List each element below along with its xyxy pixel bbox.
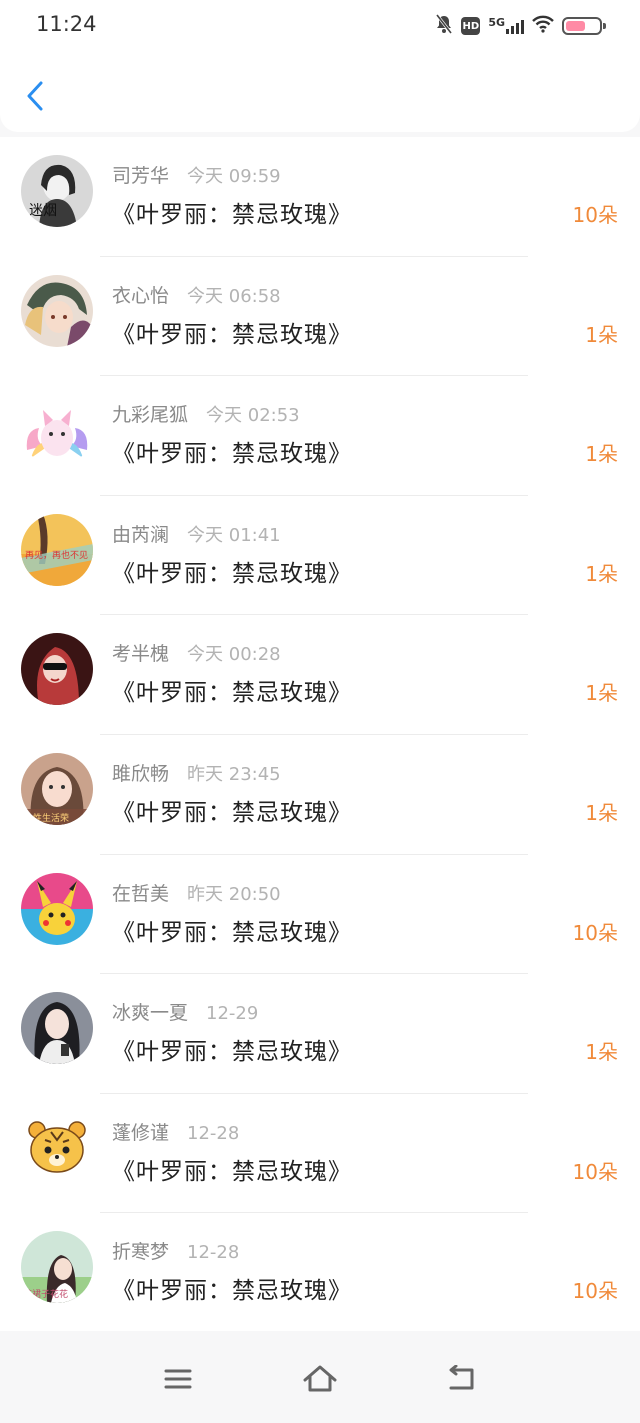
navigation-bar bbox=[0, 1331, 640, 1423]
avatar: 再见，再也不见 bbox=[21, 513, 93, 586]
gift-amount: 10朵 bbox=[572, 1159, 618, 1184]
status-icons: HD 5G bbox=[435, 14, 606, 38]
avatar: 性生活荣 bbox=[21, 752, 93, 825]
list-item[interactable]: 再见，再也不见 由芮澜 今天 01:41 《叶罗丽：禁忌玫瑰》 1朵 bbox=[0, 495, 640, 616]
user-name: 雎欣畅 bbox=[112, 762, 170, 785]
timestamp: 今天 01:41 bbox=[187, 524, 281, 546]
book-title: 《叶罗丽：禁忌玫瑰》 bbox=[112, 919, 352, 946]
book-title: 《叶罗丽：禁忌玫瑰》 bbox=[112, 1039, 352, 1066]
timestamp: 今天 00:28 bbox=[187, 644, 281, 666]
book-title: 《叶罗丽：禁忌玫瑰》 bbox=[112, 441, 352, 468]
timestamp: 今天 06:58 bbox=[187, 285, 281, 307]
timestamp: 今天 09:59 bbox=[187, 166, 281, 187]
system-back-button[interactable] bbox=[440, 1359, 484, 1399]
item-meta: 在哲美 昨天 20:50 bbox=[112, 879, 281, 906]
svg-text:性生活荣: 性生活荣 bbox=[33, 812, 69, 824]
item-meta: 衣心怡 今天 06:58 bbox=[112, 281, 281, 308]
status-bar: 11:24 HD 5G bbox=[0, 0, 640, 50]
user-name: 司芳华 bbox=[112, 165, 170, 187]
battery-tip bbox=[603, 23, 606, 29]
book-title: 《叶罗丽：禁忌玫瑰》 bbox=[112, 680, 352, 707]
chevron-left-icon bbox=[27, 81, 43, 111]
back-button[interactable] bbox=[20, 78, 50, 114]
network-label: 5G bbox=[488, 16, 505, 29]
user-name: 蓬修谨 bbox=[112, 1121, 170, 1144]
mute-bell-icon bbox=[435, 14, 453, 38]
header bbox=[0, 50, 640, 132]
timestamp: 昨天 20:50 bbox=[187, 883, 281, 905]
book-title: 《叶罗丽：禁忌玫瑰》 bbox=[112, 1278, 352, 1305]
book-title: 《叶罗丽：禁忌玫瑰》 bbox=[112, 202, 352, 228]
battery-fill bbox=[566, 21, 586, 31]
gift-amount: 10朵 bbox=[572, 203, 618, 227]
item-meta: 蓬修谨 12-28 bbox=[112, 1118, 239, 1145]
wifi-icon bbox=[532, 15, 554, 37]
timestamp: 12-29 bbox=[206, 1003, 259, 1025]
svg-text:花裙子花花: 花裙子花花 bbox=[23, 1288, 68, 1300]
hd-badge: HD bbox=[461, 17, 481, 35]
book-title: 《叶罗丽：禁忌玫瑰》 bbox=[112, 560, 352, 587]
user-name: 考半槐 bbox=[112, 643, 170, 666]
user-name: 冰爽一夏 bbox=[112, 1002, 189, 1025]
item-meta: 九彩尾狐 今天 02:53 bbox=[112, 400, 300, 427]
gift-amount: 1朵 bbox=[585, 800, 618, 825]
list-item[interactable]: 在哲美 昨天 20:50 《叶罗丽：禁忌玫瑰》 10朵 bbox=[0, 854, 640, 975]
list-item[interactable]: 蓬修谨 12-28 《叶罗丽：禁忌玫瑰》 10朵 bbox=[0, 1093, 640, 1214]
list-item[interactable]: 迷烟 司芳华 今天 09:59 《叶罗丽：禁忌玫瑰》 10朵 bbox=[0, 137, 640, 257]
signal-icon: 5G bbox=[488, 16, 524, 34]
gift-amount: 1朵 bbox=[585, 1040, 618, 1065]
user-name: 由芮澜 bbox=[112, 523, 170, 546]
home-icon bbox=[303, 1365, 337, 1392]
timestamp: 12-28 bbox=[187, 1122, 240, 1144]
list-item[interactable]: 花裙子花花 折寒梦 12-28 《叶罗丽：禁忌玫瑰》 10朵 bbox=[0, 1213, 640, 1333]
list-item[interactable]: 考半槐 今天 00:28 《叶罗丽：禁忌玫瑰》 1朵 bbox=[0, 615, 640, 735]
avatar bbox=[21, 274, 93, 347]
svg-text:迷烟: 迷烟 bbox=[29, 203, 57, 219]
gift-amount: 1朵 bbox=[585, 442, 618, 467]
avatar: 迷烟 bbox=[21, 155, 93, 227]
user-name: 折寒梦 bbox=[112, 1241, 170, 1264]
status-time: 11:24 bbox=[36, 12, 97, 36]
back-icon bbox=[449, 1365, 474, 1390]
svg-text:再见，再也不见: 再见，再也不见 bbox=[25, 549, 88, 561]
item-meta: 折寒梦 12-28 bbox=[112, 1237, 239, 1264]
book-title: 《叶罗丽：禁忌玫瑰》 bbox=[112, 321, 352, 348]
user-name: 九彩尾狐 bbox=[112, 404, 189, 427]
avatar bbox=[21, 633, 93, 706]
user-name: 衣心怡 bbox=[112, 284, 170, 307]
avatar bbox=[21, 1111, 93, 1184]
avatar bbox=[21, 394, 93, 467]
item-meta: 雎欣畅 昨天 23:45 bbox=[112, 759, 281, 786]
avatar bbox=[21, 992, 93, 1065]
avatar: 花裙子花花 bbox=[21, 1231, 93, 1304]
gift-amount: 10朵 bbox=[572, 1279, 618, 1304]
gift-list: 迷烟 司芳华 今天 09:59 《叶罗丽：禁忌玫瑰》 10朵 衣心怡 今天 06… bbox=[0, 137, 640, 1333]
menu-icon bbox=[164, 1369, 192, 1389]
item-meta: 由芮澜 今天 01:41 bbox=[112, 520, 281, 547]
book-title: 《叶罗丽：禁忌玫瑰》 bbox=[112, 1158, 352, 1185]
gift-amount: 10朵 bbox=[572, 920, 618, 945]
avatar bbox=[21, 872, 93, 945]
timestamp: 昨天 23:45 bbox=[187, 763, 281, 785]
list-item[interactable]: 九彩尾狐 今天 02:53 《叶罗丽：禁忌玫瑰》 1朵 bbox=[0, 376, 640, 496]
timestamp: 今天 02:53 bbox=[206, 405, 300, 427]
gift-amount: 1朵 bbox=[585, 561, 618, 586]
user-name: 在哲美 bbox=[112, 882, 170, 905]
book-title: 《叶罗丽：禁忌玫瑰》 bbox=[112, 799, 352, 826]
item-meta: 司芳华 今天 09:59 bbox=[112, 161, 281, 188]
timestamp: 12-28 bbox=[187, 1242, 240, 1264]
item-meta: 冰爽一夏 12-29 bbox=[112, 998, 258, 1025]
list-item[interactable]: 衣心怡 今天 06:58 《叶罗丽：禁忌玫瑰》 1朵 bbox=[0, 256, 640, 377]
gift-amount: 1朵 bbox=[585, 322, 618, 347]
home-button[interactable] bbox=[298, 1359, 342, 1399]
item-meta: 考半槐 今天 00:28 bbox=[112, 639, 281, 666]
battery-icon bbox=[562, 17, 606, 35]
menu-button[interactable] bbox=[156, 1359, 200, 1399]
list-item[interactable]: 性生活荣 雎欣畅 昨天 23:45 《叶罗丽：禁忌玫瑰》 1朵 bbox=[0, 734, 640, 855]
list-item[interactable]: 冰爽一夏 12-29 《叶罗丽：禁忌玫瑰》 1朵 bbox=[0, 974, 640, 1094]
gift-amount: 1朵 bbox=[585, 681, 618, 706]
